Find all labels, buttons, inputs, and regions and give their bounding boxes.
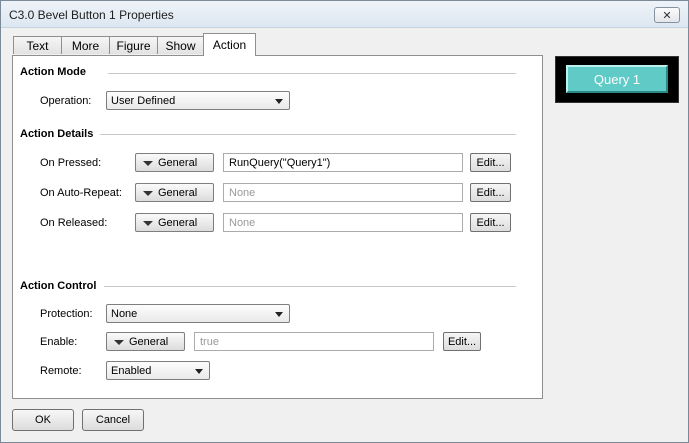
tab-label: Show: [165, 38, 196, 53]
divider: [100, 134, 516, 135]
tab-show[interactable]: Show: [157, 36, 204, 54]
tab-label: Action: [212, 38, 247, 52]
button-label: Edit...: [476, 186, 505, 199]
on-pressed-field[interactable]: RunQuery("Query1"): [223, 153, 463, 172]
preview-bevel-button: Query 1: [566, 65, 668, 93]
on-released-menu-button[interactable]: General: [135, 213, 214, 232]
properties-window: C3.0 Bevel Button 1 Properties ✕ Text Mo…: [0, 0, 689, 443]
chevron-down-icon: [275, 312, 283, 317]
on-pressed-menu-button[interactable]: General: [135, 153, 214, 172]
remote-label: Remote:: [40, 365, 82, 377]
protection-label: Protection:: [40, 308, 93, 320]
cancel-button[interactable]: Cancel: [82, 409, 144, 431]
protection-value: None: [111, 308, 138, 320]
preview-label: Query 1: [593, 71, 641, 87]
divider: [108, 73, 516, 74]
enable-menu-button[interactable]: General: [106, 332, 185, 351]
field-value: None: [229, 217, 256, 229]
on-auto-repeat-menu-button[interactable]: General: [135, 183, 214, 202]
tab-figure[interactable]: Figure: [109, 36, 158, 54]
field-value: None: [229, 187, 256, 199]
chevron-down-icon: [195, 369, 203, 374]
dropdown-triangle-icon: [143, 161, 153, 166]
action-mode-heading: Action Mode: [20, 66, 86, 78]
on-pressed-label: On Pressed:: [40, 157, 102, 169]
button-label: Edit...: [447, 335, 477, 348]
menu-label: General: [158, 217, 198, 229]
on-auto-repeat-label: On Auto-Repeat:: [40, 187, 122, 199]
action-panel: Action Mode Operation: User Defined Acti…: [12, 55, 543, 399]
on-auto-repeat-field[interactable]: None: [223, 183, 463, 202]
action-control-heading: Action Control: [20, 280, 97, 292]
on-released-field[interactable]: None: [223, 213, 463, 232]
enable-label: Enable:: [40, 336, 78, 348]
close-icon: ✕: [662, 9, 672, 22]
operation-value: User Defined: [111, 95, 176, 107]
on-released-edit-button[interactable]: Edit...: [470, 213, 511, 232]
enable-edit-button[interactable]: Edit...: [443, 332, 481, 351]
field-value: true: [200, 336, 219, 348]
operation-select[interactable]: User Defined: [106, 91, 290, 110]
title-bar: C3.0 Bevel Button 1 Properties ✕: [1, 1, 688, 28]
on-auto-repeat-edit-button[interactable]: Edit...: [470, 183, 511, 202]
chevron-down-icon: [275, 99, 283, 104]
menu-label: General: [158, 187, 198, 199]
remote-value: Enabled: [111, 365, 152, 377]
button-label: Edit...: [476, 216, 505, 229]
button-preview: Query 1: [555, 56, 679, 103]
on-released-label: On Released:: [40, 217, 108, 229]
enable-field[interactable]: true: [194, 332, 434, 351]
dropdown-triangle-icon: [114, 340, 124, 345]
button-label: Edit...: [476, 156, 505, 169]
tab-text[interactable]: Text: [13, 36, 62, 54]
tab-label: Text: [26, 38, 49, 53]
tab-more[interactable]: More: [61, 36, 110, 54]
remote-select[interactable]: Enabled: [106, 361, 210, 380]
button-label: OK: [35, 414, 51, 426]
on-pressed-edit-button[interactable]: Edit...: [470, 153, 511, 172]
dropdown-triangle-icon: [143, 191, 153, 196]
protection-select[interactable]: None: [106, 304, 290, 323]
menu-label: General: [158, 157, 198, 169]
close-button[interactable]: ✕: [654, 7, 680, 23]
ok-button[interactable]: OK: [12, 409, 74, 431]
tab-label: Figure: [116, 38, 151, 53]
window-title: C3.0 Bevel Button 1 Properties: [9, 8, 174, 22]
divider: [104, 286, 516, 287]
tab-action[interactable]: Action: [203, 33, 256, 56]
dropdown-triangle-icon: [143, 221, 153, 226]
action-details-heading: Action Details: [20, 128, 94, 140]
button-label: Cancel: [95, 414, 131, 426]
menu-label: General: [129, 336, 169, 348]
field-value: RunQuery("Query1"): [229, 157, 331, 169]
operation-label: Operation:: [40, 95, 92, 107]
tab-label: More: [71, 38, 100, 53]
